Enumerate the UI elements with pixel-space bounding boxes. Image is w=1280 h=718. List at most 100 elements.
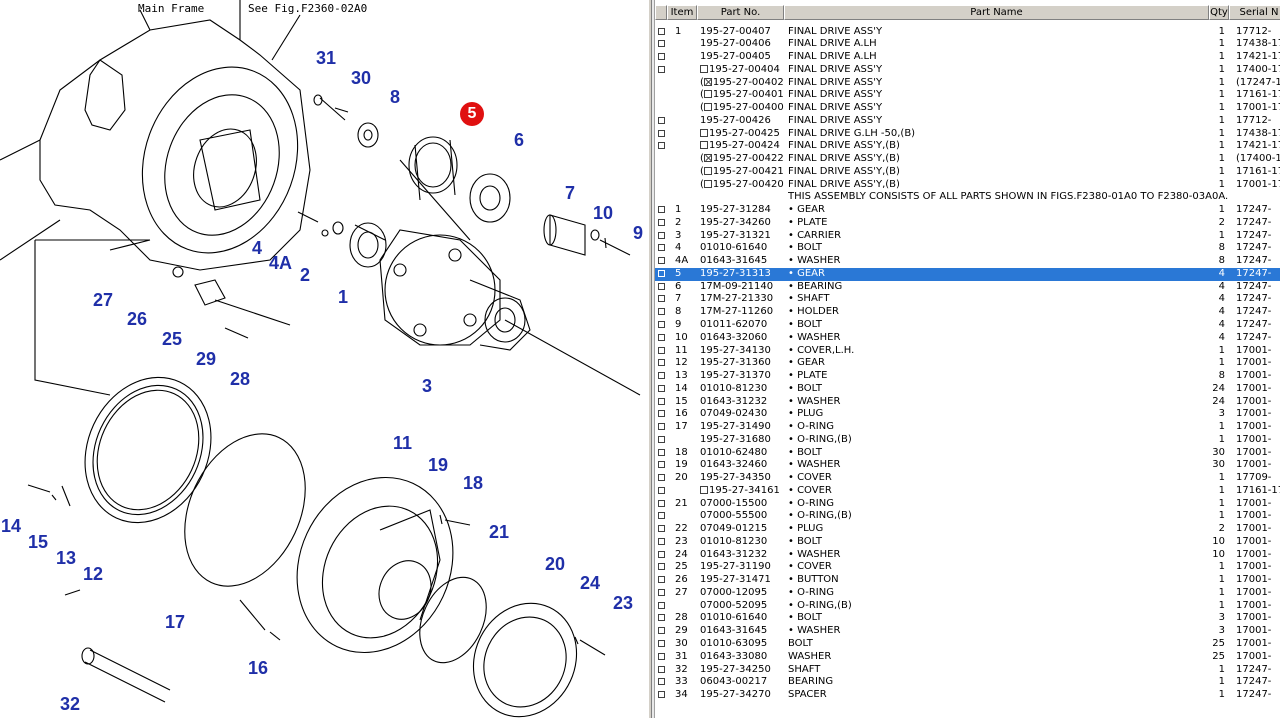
callout-1[interactable]: 1 bbox=[338, 287, 348, 308]
table-row[interactable]: 23 01010-81230 • BOLT 10 17001- bbox=[655, 536, 1280, 549]
row-checkbox[interactable] bbox=[658, 461, 665, 469]
row-checkbox[interactable] bbox=[658, 65, 665, 73]
table-row[interactable]: 15 01643-31232 • WASHER 24 17001- bbox=[655, 396, 1280, 409]
alt-part-box[interactable] bbox=[703, 166, 712, 175]
table-row[interactable]: 195-27-00406 FINAL DRIVE A.LH 1 17438-177 bbox=[655, 38, 1280, 51]
callout-28[interactable]: 28 bbox=[230, 369, 250, 390]
callout-4[interactable]: 4 bbox=[252, 238, 262, 259]
row-checkbox[interactable] bbox=[658, 320, 665, 328]
row-checkbox[interactable] bbox=[658, 525, 665, 533]
row-checkbox[interactable] bbox=[658, 206, 665, 214]
row-checkbox[interactable] bbox=[658, 231, 665, 239]
table-row[interactable]: 4 01010-61640 • BOLT 8 17247- bbox=[655, 242, 1280, 255]
table-row[interactable]: 195-27-00404 FINAL DRIVE ASS'Y 1 17400-174 bbox=[655, 64, 1280, 77]
callout-18[interactable]: 18 bbox=[463, 473, 483, 494]
row-checkbox[interactable] bbox=[658, 639, 665, 647]
row-checkbox[interactable] bbox=[658, 410, 665, 418]
alt-part-box[interactable] bbox=[700, 485, 708, 494]
callout-3[interactable]: 3 bbox=[422, 376, 432, 397]
alt-part-checked-box[interactable] bbox=[703, 154, 712, 163]
table-row[interactable]: (195-27-00401) FINAL DRIVE ASS'Y 1 17161-17… bbox=[655, 89, 1280, 102]
table-row[interactable]: 20 195-27-34350 • COVER 1 17709- bbox=[655, 472, 1280, 485]
callout-7[interactable]: 7 bbox=[565, 183, 575, 204]
row-checkbox[interactable] bbox=[658, 295, 665, 303]
alt-part-box[interactable] bbox=[703, 179, 712, 188]
table-row[interactable]: THIS ASSEMBLY CONSISTS OF ALL PARTS SHOW… bbox=[655, 191, 1280, 204]
callout-29[interactable]: 29 bbox=[196, 349, 216, 370]
row-checkbox[interactable] bbox=[658, 627, 665, 635]
table-row[interactable]: 32 195-27-34250 SHAFT 1 17247- bbox=[655, 664, 1280, 677]
callout-17[interactable]: 17 bbox=[165, 612, 185, 633]
callout-21[interactable]: 21 bbox=[489, 522, 509, 543]
table-row[interactable]: 27 07000-12095 • O-RING 1 17001- bbox=[655, 587, 1280, 600]
table-row[interactable]: 10 01643-32060 • WASHER 4 17247- bbox=[655, 332, 1280, 345]
alt-part-checked-box[interactable] bbox=[703, 77, 712, 86]
row-checkbox[interactable] bbox=[658, 397, 665, 405]
callout-9[interactable]: 9 bbox=[633, 223, 643, 244]
row-checkbox[interactable] bbox=[658, 53, 665, 61]
callout-5[interactable]: 5 bbox=[460, 102, 484, 126]
callout-15[interactable]: 15 bbox=[28, 532, 48, 553]
table-row[interactable]: 5 195-27-31313 • GEAR 4 17247- bbox=[655, 267, 1280, 281]
header-part-no[interactable]: Part No. bbox=[697, 5, 784, 20]
callout-4a[interactable]: 4A bbox=[269, 253, 292, 274]
row-checkbox[interactable] bbox=[658, 40, 665, 48]
row-checkbox[interactable] bbox=[658, 359, 665, 367]
table-row[interactable]: 1 195-27-31284 • GEAR 1 17247- bbox=[655, 204, 1280, 217]
row-checkbox[interactable] bbox=[658, 308, 665, 316]
row-checkbox[interactable] bbox=[658, 27, 665, 35]
callout-23[interactable]: 23 bbox=[613, 593, 633, 614]
row-checkbox[interactable] bbox=[658, 448, 665, 456]
table-row[interactable]: 2 195-27-34260 • PLATE 2 17247- bbox=[655, 217, 1280, 230]
row-checkbox[interactable] bbox=[658, 563, 665, 571]
row-checkbox[interactable] bbox=[658, 218, 665, 226]
callout-20[interactable]: 20 bbox=[545, 554, 565, 575]
row-checkbox[interactable] bbox=[658, 665, 665, 673]
table-row[interactable]: 31 01643-33080 WASHER 25 17001- bbox=[655, 651, 1280, 664]
table-row[interactable]: 195-27-34161 • COVER 1 17161-177 bbox=[655, 485, 1280, 498]
callout-19[interactable]: 19 bbox=[428, 455, 448, 476]
row-checkbox[interactable] bbox=[658, 282, 665, 290]
callout-10[interactable]: 10 bbox=[593, 203, 613, 224]
table-row[interactable]: 21 07000-15500 • O-RING 1 17001- bbox=[655, 498, 1280, 511]
table-row[interactable]: 13 195-27-31370 • PLATE 8 17001- bbox=[655, 370, 1280, 383]
callout-12[interactable]: 12 bbox=[83, 564, 103, 585]
row-checkbox[interactable] bbox=[658, 333, 665, 341]
row-checkbox[interactable] bbox=[658, 142, 665, 150]
callout-25[interactable]: 25 bbox=[162, 329, 182, 350]
table-row[interactable]: 33 06043-00217 BEARING 1 17247- bbox=[655, 676, 1280, 689]
table-row[interactable]: 22 07049-01215 • PLUG 2 17001- bbox=[655, 523, 1280, 536]
table-row[interactable]: 195-27-00426 FINAL DRIVE ASS'Y 1 17712- bbox=[655, 115, 1280, 128]
table-row[interactable]: 8 17M-27-11260 • HOLDER 4 17247- bbox=[655, 306, 1280, 319]
header-item[interactable]: Item bbox=[667, 5, 697, 20]
row-checkbox[interactable] bbox=[658, 384, 665, 392]
row-checkbox[interactable] bbox=[658, 499, 665, 507]
table-row[interactable]: 4A 01643-31645 • WASHER 8 17247- bbox=[655, 255, 1280, 268]
row-checkbox[interactable] bbox=[658, 474, 665, 482]
row-checkbox[interactable] bbox=[658, 512, 665, 520]
table-row[interactable]: 3 195-27-31321 • CARRIER 1 17247- bbox=[655, 230, 1280, 243]
table-row[interactable]: 7 17M-27-21330 • SHAFT 4 17247- bbox=[655, 293, 1280, 306]
row-checkbox[interactable] bbox=[658, 372, 665, 380]
row-checkbox[interactable] bbox=[658, 486, 665, 494]
alt-part-box[interactable] bbox=[700, 128, 708, 137]
table-row[interactable]: 1 195-27-00407 FINAL DRIVE ASS'Y 1 17712- bbox=[655, 26, 1280, 39]
table-row[interactable]: 29 01643-31645 • WASHER 3 17001- bbox=[655, 625, 1280, 638]
header-checkbox-column[interactable] bbox=[655, 5, 667, 20]
table-row[interactable]: (195-27-00422) FINAL DRIVE ASS'Y,(B) 1 (174… bbox=[655, 153, 1280, 166]
table-row[interactable]: 195-27-00424 FINAL DRIVE ASS'Y,(B) 1 17421-… bbox=[655, 140, 1280, 153]
header-part-name[interactable]: Part Name bbox=[784, 5, 1209, 20]
table-row[interactable]: 34 195-27-34270 SPACER 1 17247- bbox=[655, 689, 1280, 702]
table-row[interactable]: 30 01010-63095 BOLT 25 17001- bbox=[655, 638, 1280, 651]
table-row[interactable]: 12 195-27-31360 • GEAR 1 17001- bbox=[655, 357, 1280, 370]
table-row[interactable]: 19 01643-32460 • WASHER 30 17001- bbox=[655, 459, 1280, 472]
row-checkbox[interactable] bbox=[658, 550, 665, 558]
alt-part-box[interactable] bbox=[700, 141, 708, 150]
callout-11[interactable]: 11 bbox=[393, 433, 412, 454]
callout-27[interactable]: 27 bbox=[93, 290, 113, 311]
header-serial[interactable]: Serial N bbox=[1229, 5, 1280, 20]
row-checkbox[interactable] bbox=[658, 269, 665, 277]
row-checkbox[interactable] bbox=[658, 614, 665, 622]
table-row[interactable]: 195-27-00405 FINAL DRIVE A.LH 1 17421-174 bbox=[655, 51, 1280, 64]
callout-13[interactable]: 13 bbox=[56, 548, 76, 569]
